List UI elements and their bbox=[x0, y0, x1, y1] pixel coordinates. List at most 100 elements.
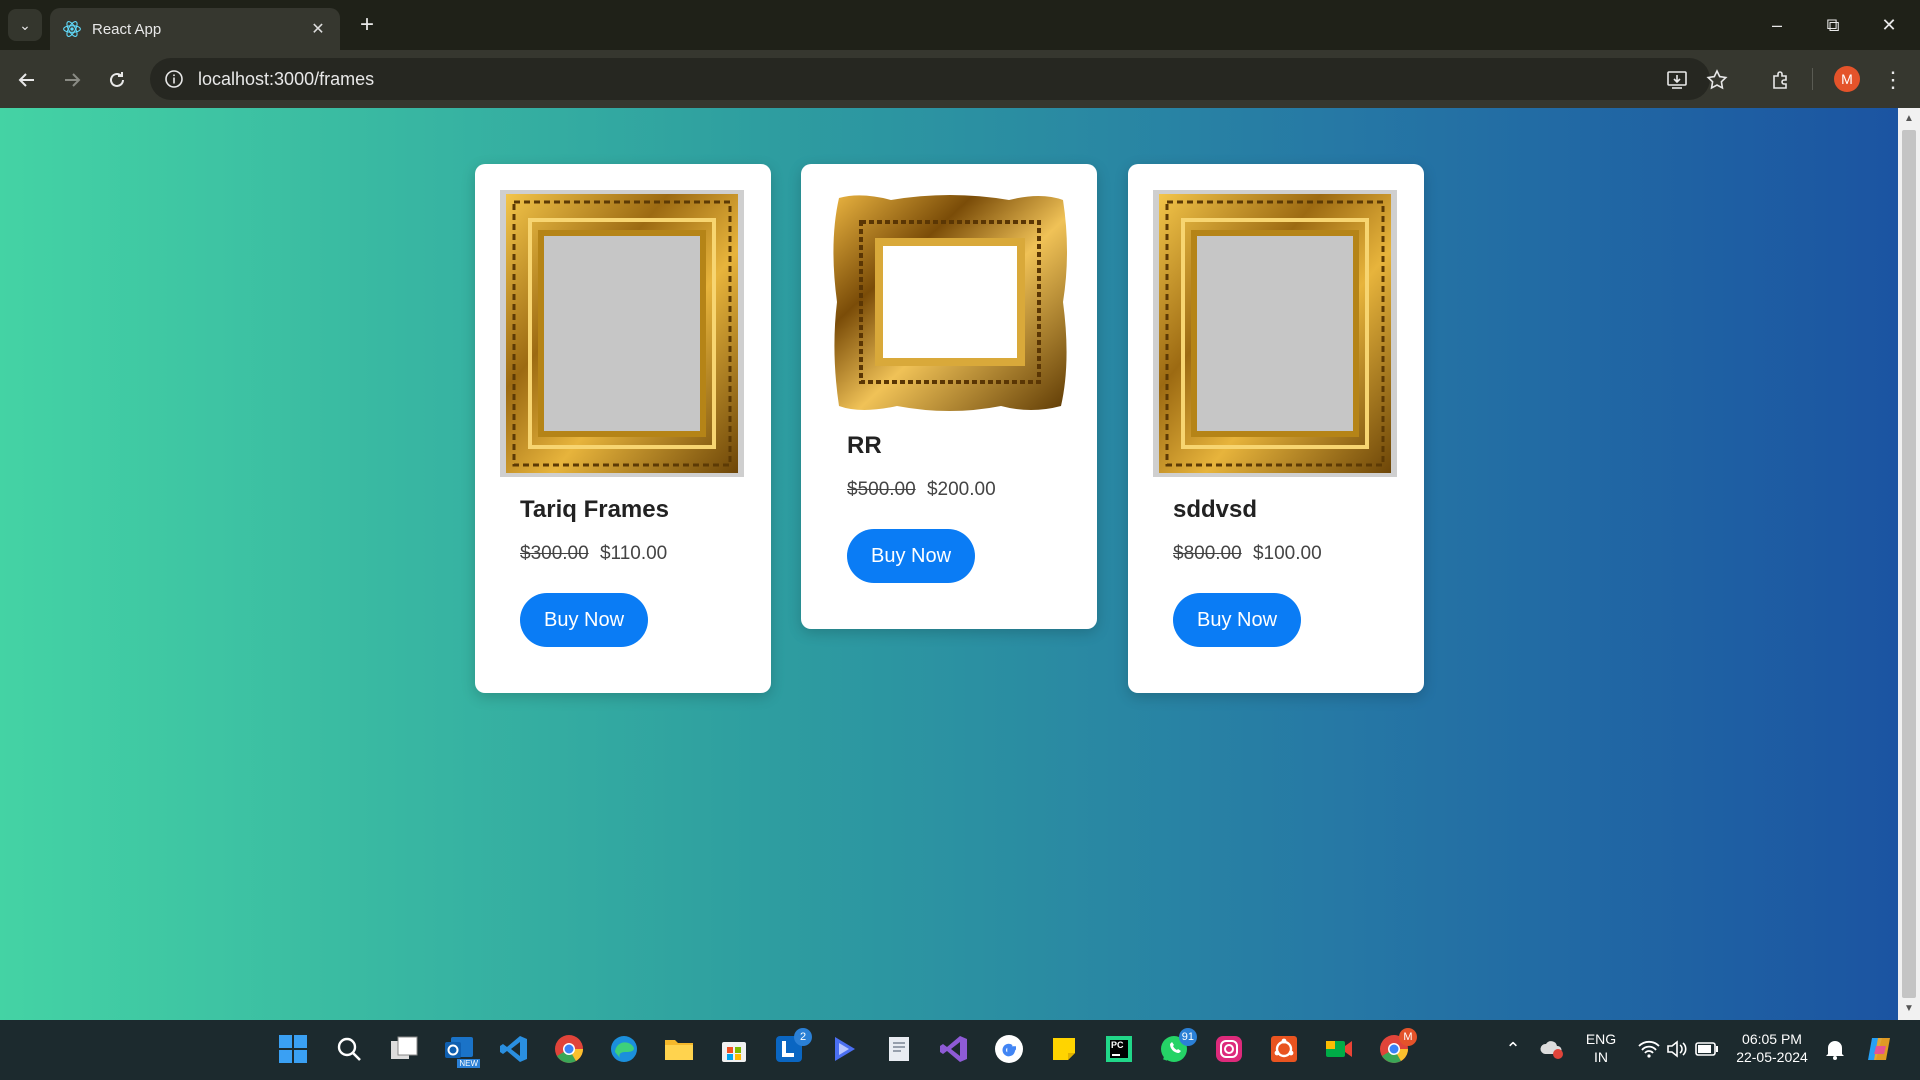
ubuntu-app[interactable] bbox=[1267, 1032, 1301, 1066]
back-button[interactable] bbox=[10, 63, 44, 97]
scrollbar-thumb[interactable] bbox=[1902, 130, 1916, 998]
edge-app[interactable] bbox=[607, 1032, 641, 1066]
original-price: $500.00 bbox=[847, 479, 916, 500]
copilot-app[interactable] bbox=[827, 1032, 861, 1066]
close-window-button[interactable]: ✕ bbox=[1866, 8, 1912, 42]
tab-title: React App bbox=[92, 20, 162, 38]
buy-now-button[interactable]: Buy Now bbox=[1173, 593, 1302, 647]
product-image bbox=[500, 190, 744, 477]
microsoft-store-app[interactable] bbox=[717, 1032, 751, 1066]
volume-status[interactable] bbox=[1660, 1032, 1694, 1066]
task-view-icon bbox=[391, 1036, 418, 1059]
browser-menu-button[interactable]: ⋮ bbox=[1876, 63, 1910, 97]
tab-search-button[interactable]: ⌄ bbox=[8, 9, 42, 41]
tab-strip: ⌄ React App ✕ + – ⧉ ✕ bbox=[0, 0, 1920, 50]
windows-logo-icon bbox=[279, 1035, 307, 1063]
scroll-down-arrow-icon[interactable]: ▼ bbox=[1898, 1000, 1920, 1018]
product-image bbox=[1153, 190, 1397, 477]
chrome-profile-app[interactable]: M bbox=[1377, 1028, 1417, 1066]
instagram-icon bbox=[1216, 1036, 1242, 1062]
google-meet-app[interactable] bbox=[1322, 1032, 1356, 1066]
more-vertical-icon: ⋮ bbox=[1882, 67, 1904, 92]
install-app-button[interactable] bbox=[1660, 63, 1694, 97]
google-app[interactable] bbox=[992, 1032, 1026, 1066]
language-indicator[interactable]: ENG IN bbox=[1580, 1030, 1622, 1066]
close-tab-icon[interactable]: ✕ bbox=[308, 19, 328, 39]
folder-icon bbox=[665, 1040, 693, 1060]
buy-now-button[interactable]: Buy Now bbox=[520, 593, 649, 647]
clock-date: 22-05-2024 bbox=[1736, 1049, 1808, 1065]
notepad-app[interactable] bbox=[882, 1032, 916, 1066]
vscode-app[interactable] bbox=[497, 1032, 531, 1066]
copilot-button[interactable] bbox=[1862, 1032, 1896, 1066]
install-icon bbox=[1667, 71, 1687, 89]
linkedin-app[interactable]: 2 bbox=[772, 1028, 812, 1066]
price-row: $800.00 $100.00 bbox=[1173, 543, 1322, 565]
wifi-icon bbox=[1638, 1040, 1660, 1058]
product-card: Tariq Frames $300.00 $110.00 Buy Now bbox=[475, 164, 771, 693]
sale-price: $100.00 bbox=[1252, 543, 1322, 564]
url-text[interactable]: localhost:3000/frames bbox=[198, 69, 374, 90]
puzzle-icon bbox=[1773, 71, 1787, 89]
play-icon bbox=[835, 1037, 855, 1061]
star-icon bbox=[1706, 69, 1728, 90]
vertical-scrollbar[interactable]: ▲ ▼ bbox=[1898, 108, 1920, 1020]
chrome-app[interactable] bbox=[552, 1032, 586, 1066]
ubuntu-icon bbox=[1271, 1036, 1297, 1062]
battery-icon bbox=[1695, 1042, 1718, 1056]
new-tab-button[interactable]: + bbox=[352, 10, 382, 40]
active-tab[interactable]: React App ✕ bbox=[50, 8, 340, 50]
restore-button[interactable]: ⧉ bbox=[1810, 8, 1856, 42]
product-card: RR $500.00 $200.00 Buy Now bbox=[801, 164, 1097, 629]
vscode-icon bbox=[500, 1036, 527, 1062]
sale-price: $200.00 bbox=[926, 479, 996, 500]
profile-badge: M bbox=[1399, 1028, 1417, 1046]
visual-studio-app[interactable] bbox=[937, 1032, 971, 1066]
product-image bbox=[833, 195, 1067, 411]
profile-avatar[interactable]: M bbox=[1834, 66, 1860, 92]
product-title: sddvsd bbox=[1173, 496, 1258, 523]
search-icon bbox=[337, 1037, 361, 1061]
react-logo-icon bbox=[63, 21, 81, 37]
chevron-up-icon: ⌃ bbox=[1505, 1038, 1521, 1059]
reload-button[interactable] bbox=[100, 63, 134, 97]
search-button[interactable] bbox=[332, 1032, 366, 1066]
minimize-button[interactable]: – bbox=[1754, 8, 1800, 42]
outlook-app[interactable]: NEW bbox=[442, 1032, 480, 1068]
original-price: $300.00 bbox=[520, 543, 589, 564]
document-icon bbox=[889, 1037, 909, 1061]
pycharm-label: PC bbox=[1111, 1040, 1124, 1050]
reload-icon bbox=[110, 72, 124, 87]
clock[interactable]: 06:05 PM 22-05-2024 bbox=[1728, 1030, 1816, 1066]
product-title: Tariq Frames bbox=[520, 496, 669, 523]
page-content: Tariq Frames $300.00 $110.00 Buy Now RR … bbox=[0, 108, 1898, 1020]
video-camera-icon bbox=[1326, 1041, 1352, 1057]
scroll-up-arrow-icon[interactable]: ▲ bbox=[1898, 110, 1920, 128]
battery-status[interactable] bbox=[1690, 1032, 1724, 1066]
file-explorer-app[interactable] bbox=[662, 1032, 696, 1066]
instagram-app[interactable] bbox=[1212, 1032, 1246, 1066]
toolbar-separator bbox=[1812, 68, 1813, 90]
bell-icon bbox=[1826, 1041, 1844, 1060]
sticky-note-icon bbox=[1053, 1038, 1075, 1060]
notifications-button[interactable] bbox=[1818, 1032, 1852, 1066]
address-bar[interactable]: localhost:3000/frames bbox=[150, 58, 1710, 100]
notification-badge: 91 bbox=[1178, 1028, 1197, 1046]
language-code: ENG bbox=[1585, 1031, 1617, 1047]
extensions-button[interactable] bbox=[1764, 63, 1798, 97]
buy-now-button[interactable]: Buy Now bbox=[847, 529, 976, 583]
whatsapp-app[interactable]: 91 bbox=[1157, 1028, 1197, 1066]
clock-time: 06:05 PM bbox=[1742, 1031, 1802, 1047]
bookmark-button[interactable] bbox=[1700, 63, 1734, 97]
cloud-error-icon bbox=[1540, 1041, 1563, 1059]
arrow-right-icon bbox=[65, 73, 81, 87]
sticky-notes-app[interactable] bbox=[1047, 1032, 1081, 1066]
onedrive-status[interactable] bbox=[1535, 1032, 1569, 1066]
start-button[interactable] bbox=[276, 1032, 310, 1066]
show-hidden-icons-button[interactable]: ⌃ bbox=[1496, 1032, 1530, 1066]
forward-button[interactable] bbox=[55, 63, 89, 97]
pycharm-app[interactable]: PC bbox=[1102, 1032, 1136, 1066]
notification-badge: 2 bbox=[794, 1028, 812, 1046]
site-info-icon[interactable] bbox=[164, 69, 184, 89]
task-view-button[interactable] bbox=[387, 1032, 421, 1066]
